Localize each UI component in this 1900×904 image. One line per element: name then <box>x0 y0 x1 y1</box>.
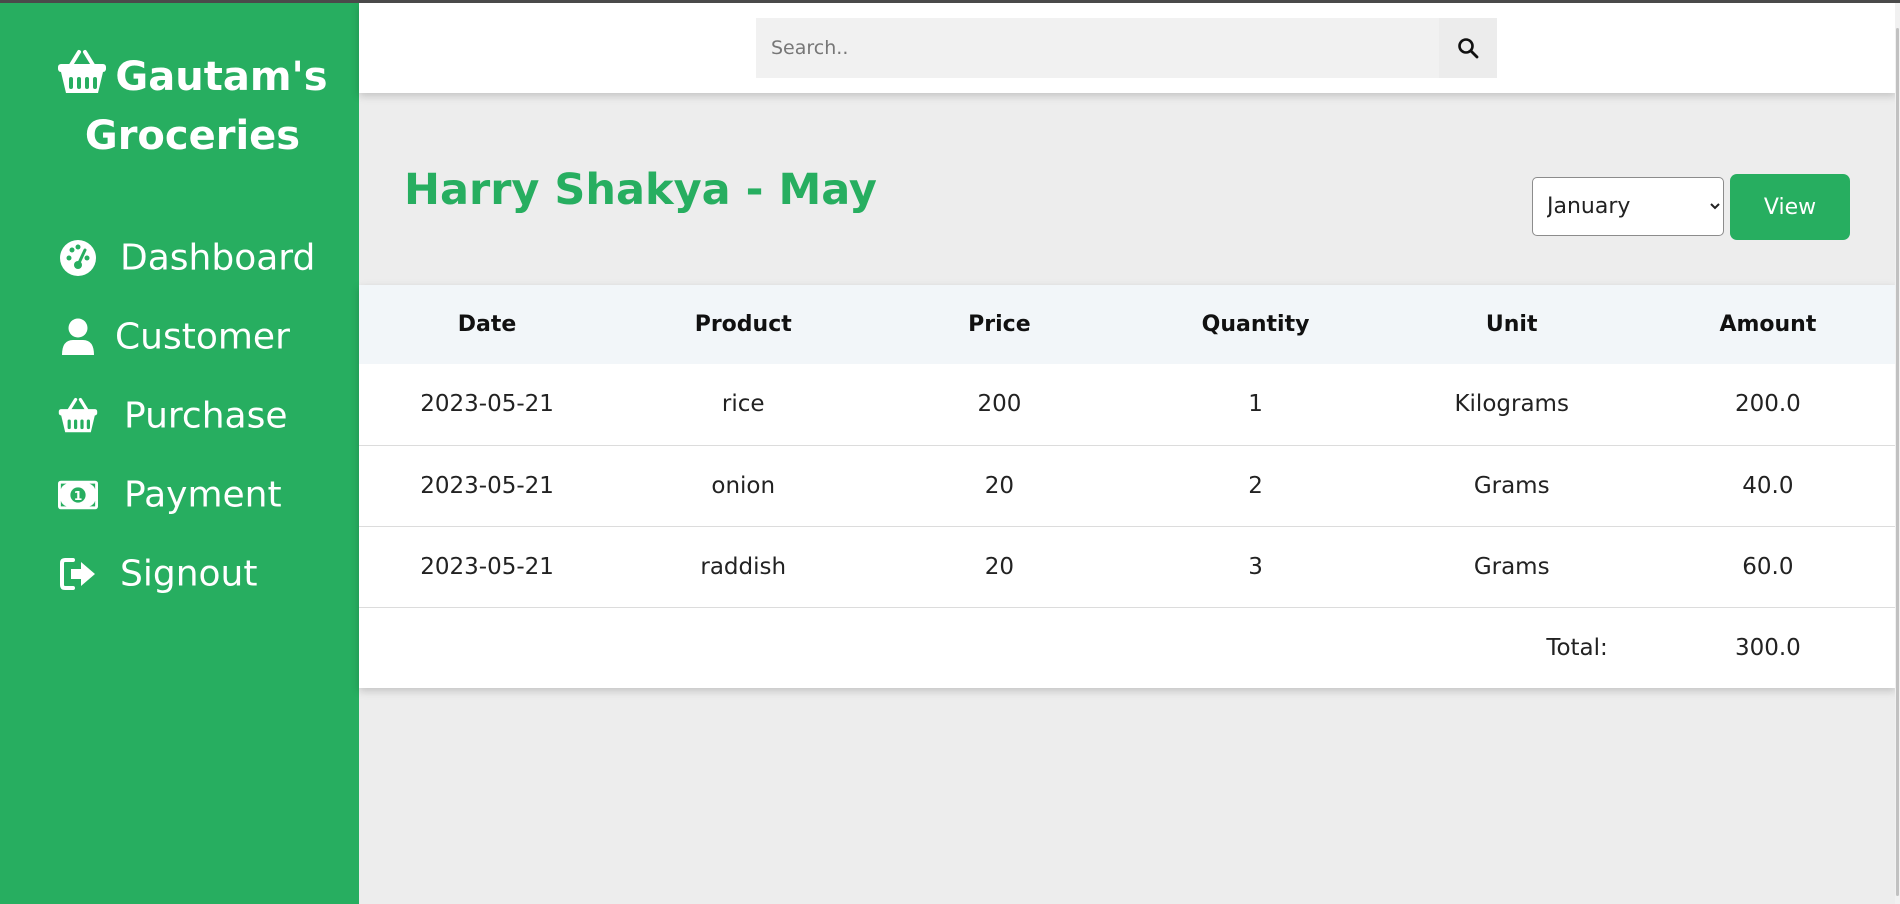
column-header-unit: Unit <box>1485 312 1538 337</box>
column-header-amount: Amount <box>1719 312 1817 337</box>
search-button[interactable] <box>1439 18 1497 78</box>
search-bar <box>756 18 1497 78</box>
svg-text:1: 1 <box>74 488 83 502</box>
purchase-table-card: Date Product Price Quantity Unit Amount … <box>359 285 1896 688</box>
basket-icon <box>58 50 107 93</box>
cell-date: 2023-05-21 <box>420 553 554 580</box>
page-title: Harry Shakya - May <box>404 165 877 215</box>
table-row: 2023-05-21 onion 20 2 Grams 40.0 <box>359 445 1896 526</box>
sign-out-icon <box>58 554 98 594</box>
purchase-table: Date Product Price Quantity Unit Amount … <box>359 285 1896 688</box>
table-header-row: Date Product Price Quantity Unit Amount <box>359 285 1896 364</box>
cell-price: 20 <box>984 553 1015 580</box>
sidebar-item-label: Customer <box>115 316 290 357</box>
column-header-date: Date <box>457 312 517 337</box>
cell-unit: Kilograms <box>1454 391 1569 418</box>
sidebar-item-dashboard[interactable]: Dashboard <box>0 218 359 297</box>
view-button[interactable]: View <box>1730 174 1850 240</box>
table-total-row: Total: 300.0 <box>359 607 1896 688</box>
top-bar <box>359 3 1896 93</box>
sidebar-item-label: Purchase <box>124 395 288 436</box>
basket-icon <box>58 396 98 436</box>
cell-product: onion <box>711 472 776 499</box>
window-top-border <box>0 0 1900 3</box>
cell-quantity: 1 <box>1248 391 1263 418</box>
table-row: 2023-05-21 rice 200 1 Kilograms 200.0 <box>359 364 1896 445</box>
money-bill-icon: 1 <box>58 475 98 515</box>
brand-title-line2: Groceries <box>84 113 301 159</box>
column-header-quantity: Quantity <box>1201 312 1310 337</box>
cell-price: 200 <box>977 391 1022 418</box>
table-row: 2023-05-21 raddish 20 3 Grams 60.0 <box>359 526 1896 607</box>
sidebar-item-payment[interactable]: 1 Payment <box>0 455 359 534</box>
brand-title-line1: Gautam's <box>115 54 328 100</box>
cell-amount: 40.0 <box>1742 472 1794 499</box>
sidebar-item-customer[interactable]: Customer <box>0 297 359 376</box>
search-icon <box>1458 38 1479 59</box>
total-value: 300.0 <box>1734 634 1801 661</box>
sidebar-item-label: Payment <box>124 474 282 515</box>
total-label: Total: <box>1546 634 1608 661</box>
dashboard-icon <box>58 238 98 278</box>
sidebar-item-signout[interactable]: Signout <box>0 534 359 613</box>
sidebar-item-purchase[interactable]: Purchase <box>0 376 359 455</box>
search-input[interactable] <box>756 18 1439 78</box>
cell-unit: Grams <box>1473 472 1550 499</box>
cell-date: 2023-05-21 <box>420 391 554 418</box>
cell-unit: Grams <box>1473 553 1550 580</box>
month-select[interactable]: January <box>1532 177 1724 236</box>
brand-logo[interactable]: Gautam's Groceries <box>0 48 385 166</box>
cell-amount: 60.0 <box>1742 553 1794 580</box>
user-icon <box>58 317 98 357</box>
scrollbar-thumb[interactable] <box>1896 28 1899 896</box>
sidebar-item-label: Dashboard <box>120 237 316 278</box>
cell-quantity: 3 <box>1248 553 1263 580</box>
cell-date: 2023-05-21 <box>420 472 554 499</box>
column-header-product: Product <box>694 312 792 337</box>
sidebar-item-label: Signout <box>120 553 258 594</box>
cell-product: raddish <box>700 553 787 580</box>
cell-price: 20 <box>984 472 1015 499</box>
cell-product: rice <box>721 391 765 418</box>
cell-quantity: 2 <box>1248 472 1263 499</box>
main-content: Harry Shakya - May January View Date Pro… <box>359 0 1900 904</box>
column-header-price: Price <box>968 312 1031 337</box>
sidebar: Gautam's Groceries Dashboard Customer Pu… <box>0 0 359 904</box>
cell-amount: 200.0 <box>1734 391 1801 418</box>
sidebar-nav: Dashboard Customer Purchase 1 Payment Si… <box>0 218 359 613</box>
